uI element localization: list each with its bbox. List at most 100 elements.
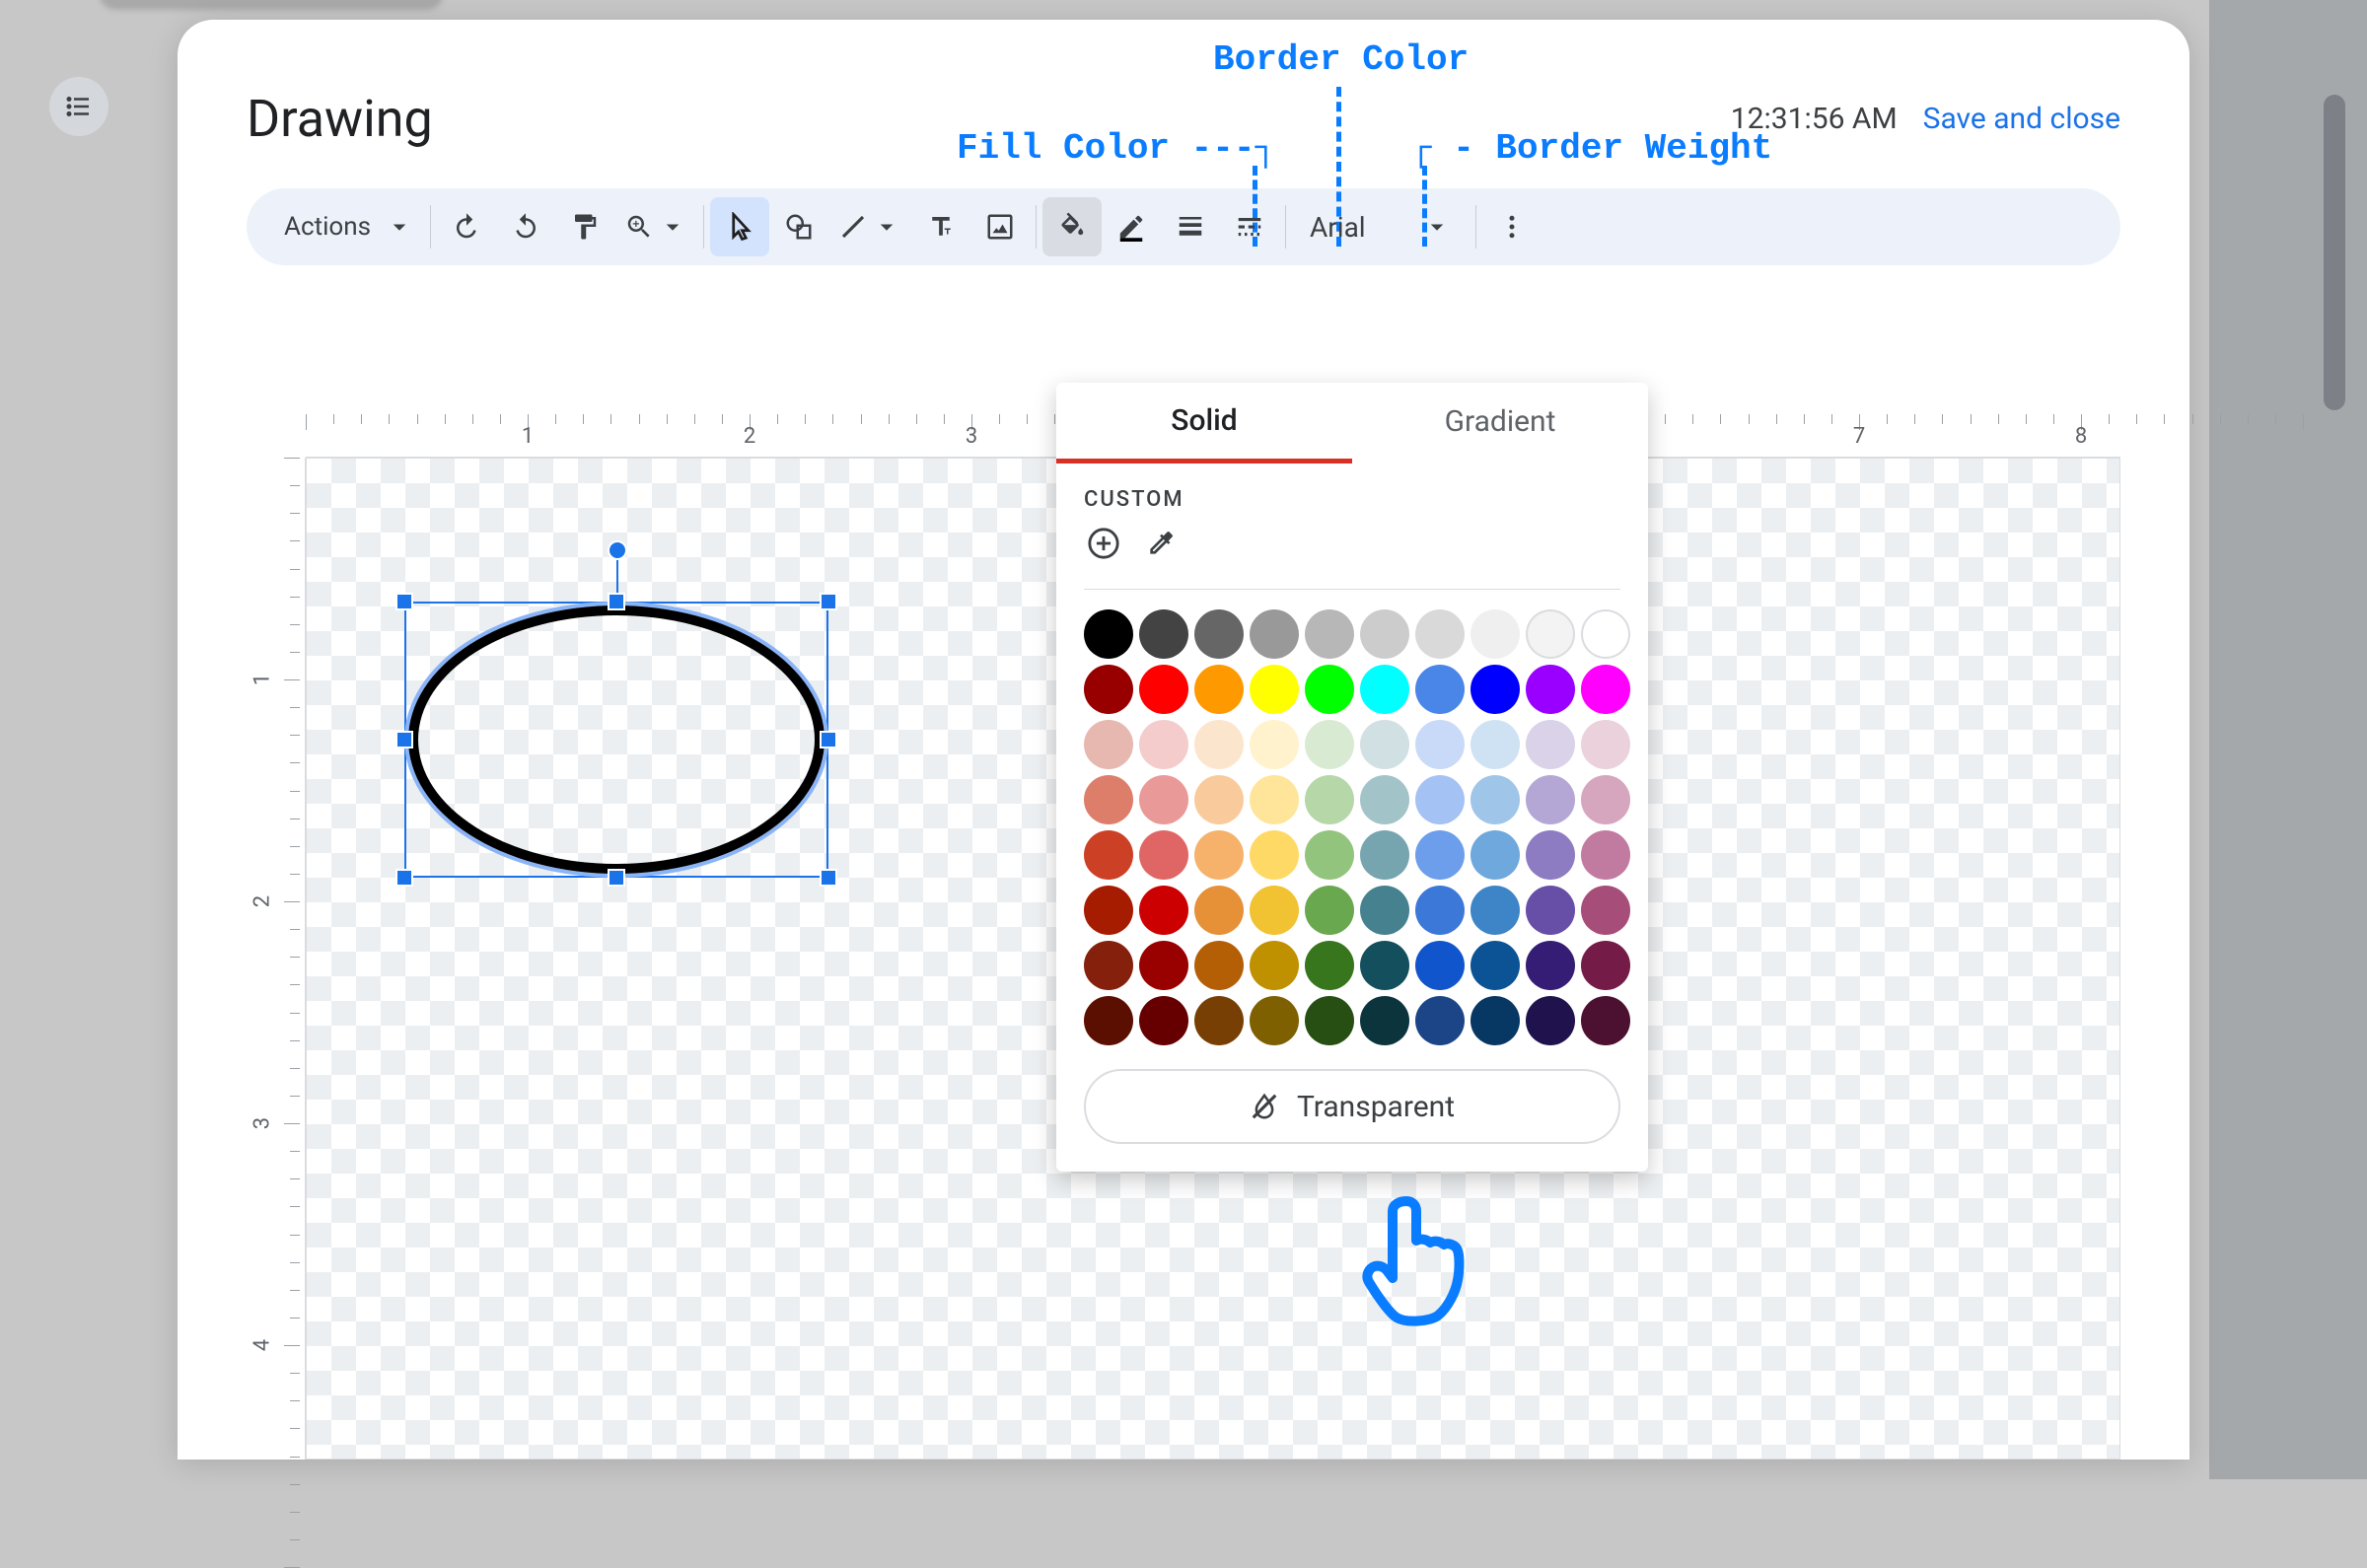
color-swatch[interactable]	[1581, 830, 1630, 880]
color-swatch[interactable]	[1305, 775, 1354, 824]
color-swatch[interactable]	[1139, 665, 1188, 714]
resize-handle-e[interactable]	[820, 731, 837, 748]
color-swatch[interactable]	[1084, 609, 1133, 659]
color-swatch[interactable]	[1360, 941, 1409, 990]
color-swatch[interactable]	[1194, 609, 1244, 659]
color-swatch[interactable]	[1194, 665, 1244, 714]
undo-button[interactable]	[437, 197, 496, 256]
color-swatch[interactable]	[1415, 941, 1465, 990]
shape-tool[interactable]	[769, 197, 828, 256]
color-swatch[interactable]	[1415, 996, 1465, 1045]
actions-menu[interactable]: Actions	[264, 197, 424, 256]
image-tool[interactable]	[970, 197, 1030, 256]
color-swatch[interactable]	[1581, 609, 1630, 659]
color-swatch[interactable]	[1305, 665, 1354, 714]
color-swatch[interactable]	[1415, 775, 1465, 824]
color-swatch[interactable]	[1415, 720, 1465, 769]
color-swatch[interactable]	[1139, 996, 1188, 1045]
color-swatch[interactable]	[1470, 720, 1520, 769]
color-swatch[interactable]	[1250, 665, 1299, 714]
color-swatch[interactable]	[1526, 720, 1575, 769]
color-swatch[interactable]	[1250, 830, 1299, 880]
color-swatch[interactable]	[1526, 665, 1575, 714]
resize-handle-s[interactable]	[608, 869, 625, 887]
resize-handle-sw[interactable]	[395, 869, 413, 887]
border-weight-button[interactable]	[1161, 197, 1220, 256]
paint-format-button[interactable]	[555, 197, 614, 256]
color-swatch[interactable]	[1305, 720, 1354, 769]
ellipse-shape[interactable]	[408, 606, 825, 874]
color-swatch[interactable]	[1139, 775, 1188, 824]
color-swatch[interactable]	[1194, 830, 1244, 880]
fill-color-button[interactable]	[1042, 197, 1102, 256]
textbox-tool[interactable]	[911, 197, 970, 256]
color-swatch[interactable]	[1194, 886, 1244, 935]
color-swatch[interactable]	[1360, 609, 1409, 659]
color-swatch[interactable]	[1526, 775, 1575, 824]
vertical-scrollbar[interactable]	[2324, 95, 2345, 410]
save-and-close-button[interactable]: Save and close	[1923, 102, 2120, 136]
border-color-button[interactable]	[1102, 197, 1161, 256]
color-swatch[interactable]	[1084, 886, 1133, 935]
color-swatch[interactable]	[1305, 996, 1354, 1045]
color-swatch[interactable]	[1581, 665, 1630, 714]
color-swatch[interactable]	[1526, 941, 1575, 990]
color-swatch[interactable]	[1470, 886, 1520, 935]
resize-handle-w[interactable]	[395, 731, 413, 748]
color-swatch[interactable]	[1194, 775, 1244, 824]
color-swatch[interactable]	[1360, 665, 1409, 714]
color-swatch[interactable]	[1360, 775, 1409, 824]
color-swatch[interactable]	[1415, 665, 1465, 714]
transparent-button[interactable]: Transparent	[1084, 1069, 1620, 1144]
color-swatch[interactable]	[1084, 665, 1133, 714]
tab-solid[interactable]: Solid	[1056, 383, 1352, 463]
zoom-menu[interactable]	[614, 197, 697, 256]
color-swatch[interactable]	[1470, 775, 1520, 824]
color-swatch[interactable]	[1415, 830, 1465, 880]
color-swatch[interactable]	[1526, 996, 1575, 1045]
color-swatch[interactable]	[1139, 941, 1188, 990]
color-swatch[interactable]	[1581, 996, 1630, 1045]
color-swatch[interactable]	[1360, 830, 1409, 880]
color-swatch[interactable]	[1250, 609, 1299, 659]
color-swatch[interactable]	[1305, 941, 1354, 990]
color-swatch[interactable]	[1084, 941, 1133, 990]
border-dash-button[interactable]	[1220, 197, 1279, 256]
color-swatch[interactable]	[1305, 830, 1354, 880]
font-family-select[interactable]: Arial	[1292, 197, 1470, 256]
color-swatch[interactable]	[1526, 886, 1575, 935]
add-custom-color-button[interactable]	[1084, 524, 1123, 563]
color-swatch[interactable]	[1250, 886, 1299, 935]
color-swatch[interactable]	[1470, 609, 1520, 659]
eyedropper-button[interactable]	[1141, 524, 1181, 563]
redo-button[interactable]	[496, 197, 555, 256]
color-swatch[interactable]	[1581, 886, 1630, 935]
color-swatch[interactable]	[1250, 720, 1299, 769]
color-swatch[interactable]	[1250, 996, 1299, 1045]
color-swatch[interactable]	[1194, 996, 1244, 1045]
color-swatch[interactable]	[1305, 609, 1354, 659]
color-swatch[interactable]	[1250, 775, 1299, 824]
color-swatch[interactable]	[1360, 720, 1409, 769]
color-swatch[interactable]	[1194, 720, 1244, 769]
color-swatch[interactable]	[1526, 609, 1575, 659]
color-swatch[interactable]	[1470, 941, 1520, 990]
line-tool[interactable]	[828, 197, 911, 256]
resize-handle-se[interactable]	[820, 869, 837, 887]
color-swatch[interactable]	[1084, 996, 1133, 1045]
color-swatch[interactable]	[1470, 996, 1520, 1045]
color-swatch[interactable]	[1360, 886, 1409, 935]
color-swatch[interactable]	[1415, 609, 1465, 659]
color-swatch[interactable]	[1415, 886, 1465, 935]
tab-gradient[interactable]: Gradient	[1352, 383, 1648, 463]
color-swatch[interactable]	[1470, 830, 1520, 880]
color-swatch[interactable]	[1305, 886, 1354, 935]
color-swatch[interactable]	[1139, 886, 1188, 935]
color-swatch[interactable]	[1581, 775, 1630, 824]
resize-handle-nw[interactable]	[395, 593, 413, 610]
color-swatch[interactable]	[1250, 941, 1299, 990]
color-swatch[interactable]	[1581, 720, 1630, 769]
color-swatch[interactable]	[1194, 941, 1244, 990]
select-tool[interactable]	[710, 197, 769, 256]
color-swatch[interactable]	[1139, 720, 1188, 769]
